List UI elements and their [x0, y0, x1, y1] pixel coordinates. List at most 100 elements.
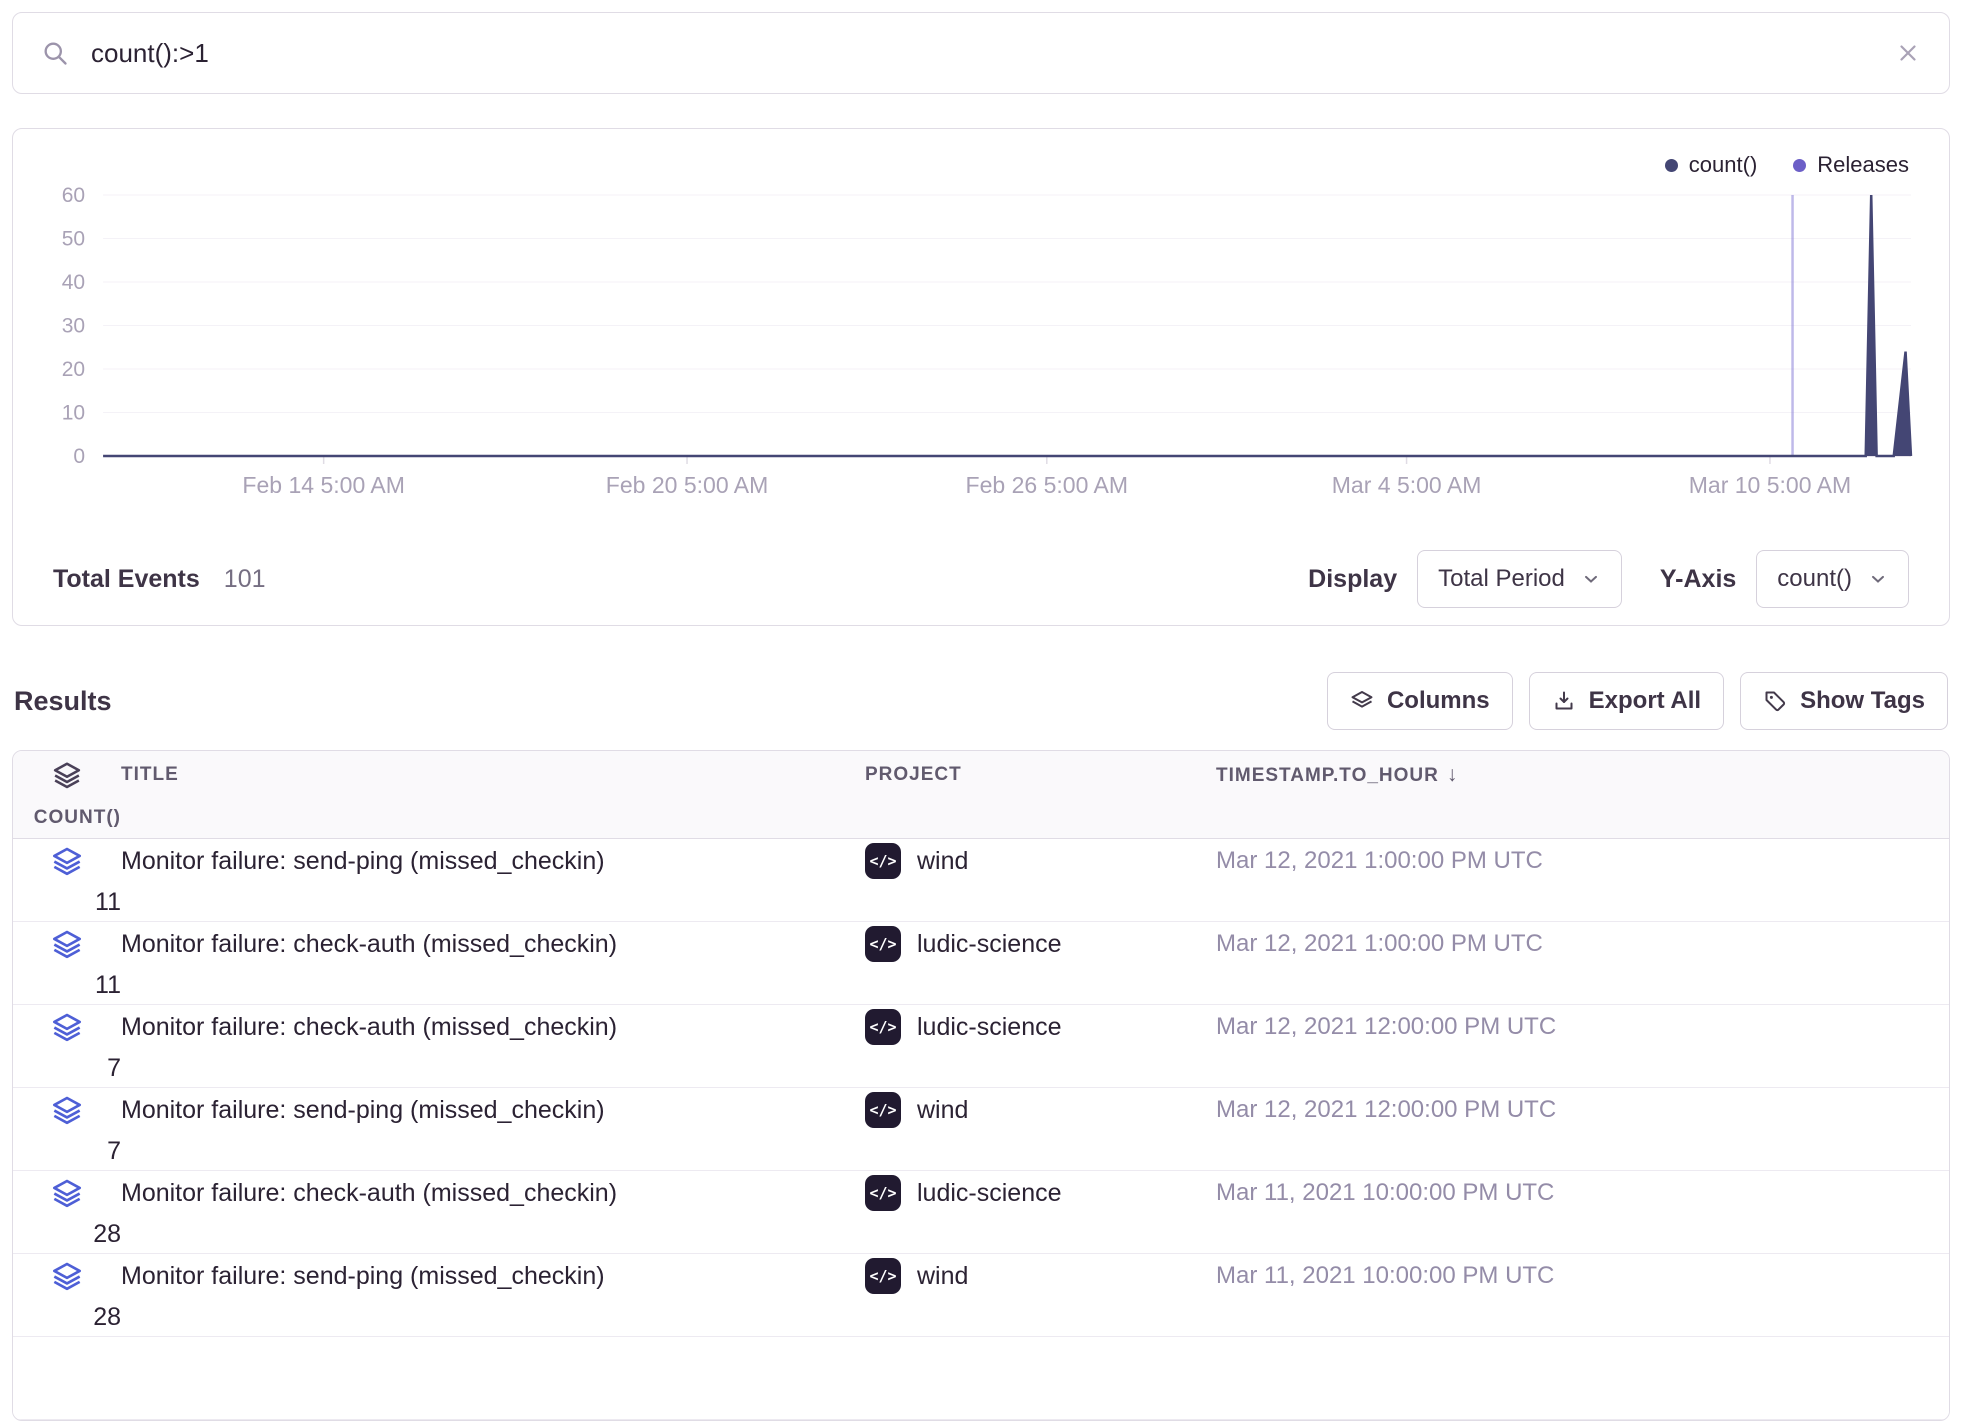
event-count: 7 [13, 1137, 121, 1166]
code-platform-icon: </> [865, 1258, 901, 1294]
event-title[interactable]: Monitor failure: send-ping (missed_check… [121, 847, 865, 876]
table-row[interactable]: Monitor failure: check-auth (missed_chec… [13, 922, 1949, 1005]
tag-icon [1763, 689, 1787, 713]
table-row[interactable]: Monitor failure: send-ping (missed_check… [13, 839, 1949, 922]
timestamp-column-label: TIMESTAMP.TO_HOUR [1216, 765, 1439, 786]
project-name: ludic-science [917, 1179, 1062, 1208]
project-name: wind [917, 1096, 968, 1125]
legend-item-count[interactable]: count() [1665, 152, 1757, 178]
column-header-timestamp[interactable]: TIMESTAMP.TO_HOUR ↓ [1216, 763, 1911, 787]
code-platform-icon: </> [865, 1175, 901, 1211]
svg-text:50: 50 [62, 228, 85, 251]
download-icon [1552, 689, 1576, 713]
svg-text:40: 40 [62, 271, 85, 294]
code-platform-icon: </> [865, 843, 901, 879]
chart-legend: count() Releases [13, 129, 1949, 183]
display-select[interactable]: Total Period [1417, 550, 1622, 608]
legend-item-releases[interactable]: Releases [1793, 152, 1909, 178]
event-count: 11 [13, 971, 121, 1000]
event-title[interactable]: Monitor failure: send-ping (missed_check… [121, 1262, 865, 1291]
stacked-events-icon[interactable] [51, 928, 83, 960]
legend-label-releases: Releases [1817, 152, 1909, 178]
table-row[interactable]: Monitor failure: send-ping (missed_check… [13, 1254, 1949, 1337]
stacked-events-icon[interactable] [51, 845, 83, 877]
project-cell: </> wind [865, 1258, 1216, 1294]
code-platform-icon: </> [865, 1009, 901, 1045]
event-title[interactable]: Monitor failure: check-auth (missed_chec… [121, 930, 865, 959]
svg-text:Mar 10 5:00 AM: Mar 10 5:00 AM [1689, 472, 1851, 498]
event-timestamp: Mar 12, 2021 1:00:00 PM UTC [1216, 930, 1911, 958]
table-row[interactable]: Monitor failure: check-auth (missed_chec… [13, 1005, 1949, 1088]
search-icon [41, 39, 69, 67]
stacked-events-icon[interactable] [51, 1094, 83, 1126]
chevron-down-icon [1868, 569, 1888, 589]
search-bar[interactable] [12, 12, 1950, 94]
display-select-value: Total Period [1438, 565, 1565, 593]
table-row-partial [13, 1337, 1949, 1420]
svg-text:20: 20 [62, 358, 85, 381]
event-title[interactable]: Monitor failure: send-ping (missed_check… [121, 1096, 865, 1125]
releases-series-dot [1793, 159, 1806, 172]
project-name: wind [917, 847, 968, 876]
display-label: Display [1308, 565, 1397, 594]
total-events-label: Total Events [53, 565, 200, 594]
project-cell: </> ludic-science [865, 926, 1216, 962]
code-platform-icon: </> [865, 1092, 901, 1128]
events-chart-panel: count() Releases 0102030405060Feb 14 5:0… [12, 128, 1950, 626]
event-timestamp: Mar 12, 2021 12:00:00 PM UTC [1216, 1013, 1911, 1041]
stacked-events-icon[interactable] [51, 1177, 83, 1209]
chevron-down-icon [1581, 569, 1601, 589]
layers-icon [1350, 689, 1374, 713]
table-row[interactable]: Monitor failure: check-auth (missed_chec… [13, 1171, 1949, 1254]
results-title: Results [14, 686, 112, 717]
stacked-events-icon[interactable] [51, 1260, 83, 1292]
svg-text:30: 30 [62, 315, 85, 338]
table-row[interactable]: Monitor failure: send-ping (missed_check… [13, 1088, 1949, 1171]
columns-button[interactable]: Columns [1327, 672, 1513, 730]
stacked-events-icon [52, 760, 82, 790]
export-all-button[interactable]: Export All [1529, 672, 1724, 730]
sort-desc-icon: ↓ [1447, 763, 1458, 786]
project-cell: </> wind [865, 1092, 1216, 1128]
project-cell: </> ludic-science [865, 1175, 1216, 1211]
yaxis-label: Y-Axis [1660, 565, 1736, 594]
event-timestamp: Mar 11, 2021 10:00:00 PM UTC [1216, 1262, 1911, 1290]
yaxis-select-value: count() [1777, 565, 1852, 593]
event-count: 11 [13, 888, 121, 917]
events-chart: 0102030405060Feb 14 5:00 AMFeb 20 5:00 A… [13, 183, 1949, 533]
project-name: ludic-science [917, 930, 1062, 959]
show-tags-button-label: Show Tags [1800, 687, 1925, 715]
column-header-title[interactable]: TITLE [121, 764, 865, 786]
event-count: 7 [13, 1054, 121, 1083]
svg-text:Feb 26 5:00 AM: Feb 26 5:00 AM [966, 472, 1128, 498]
event-count: 28 [13, 1303, 121, 1332]
header-stack-cell [13, 760, 121, 790]
legend-label-count: count() [1689, 152, 1757, 178]
svg-text:Mar 4 5:00 AM: Mar 4 5:00 AM [1332, 472, 1482, 498]
event-title[interactable]: Monitor failure: check-auth (missed_chec… [121, 1013, 865, 1042]
event-title[interactable]: Monitor failure: check-auth (missed_chec… [121, 1179, 865, 1208]
clear-search-icon[interactable] [1895, 40, 1921, 66]
export-all-button-label: Export All [1589, 687, 1701, 715]
project-name: ludic-science [917, 1013, 1062, 1042]
column-header-project[interactable]: PROJECT [865, 764, 1216, 786]
event-timestamp: Mar 12, 2021 12:00:00 PM UTC [1216, 1096, 1911, 1124]
project-name: wind [917, 1262, 968, 1291]
total-events-value: 101 [224, 565, 266, 594]
search-input[interactable] [89, 37, 1875, 70]
svg-text:10: 10 [62, 402, 85, 425]
table-header-row: TITLE PROJECT TIMESTAMP.TO_HOUR ↓ COUNT() [13, 751, 1949, 839]
yaxis-select[interactable]: count() [1756, 550, 1909, 608]
results-table: TITLE PROJECT TIMESTAMP.TO_HOUR ↓ COUNT()… [12, 750, 1950, 1421]
project-cell: </> wind [865, 843, 1216, 879]
svg-text:Feb 14 5:00 AM: Feb 14 5:00 AM [242, 472, 404, 498]
results-table-body: Monitor failure: send-ping (missed_check… [13, 839, 1949, 1337]
stacked-events-icon[interactable] [51, 1011, 83, 1043]
count-series-dot [1665, 159, 1678, 172]
column-header-count[interactable]: COUNT() [13, 807, 121, 829]
results-header: Results Columns Export All Show Tags [14, 672, 1948, 730]
code-platform-icon: </> [865, 926, 901, 962]
event-count: 28 [13, 1220, 121, 1249]
event-timestamp: Mar 11, 2021 10:00:00 PM UTC [1216, 1179, 1911, 1207]
show-tags-button[interactable]: Show Tags [1740, 672, 1948, 730]
